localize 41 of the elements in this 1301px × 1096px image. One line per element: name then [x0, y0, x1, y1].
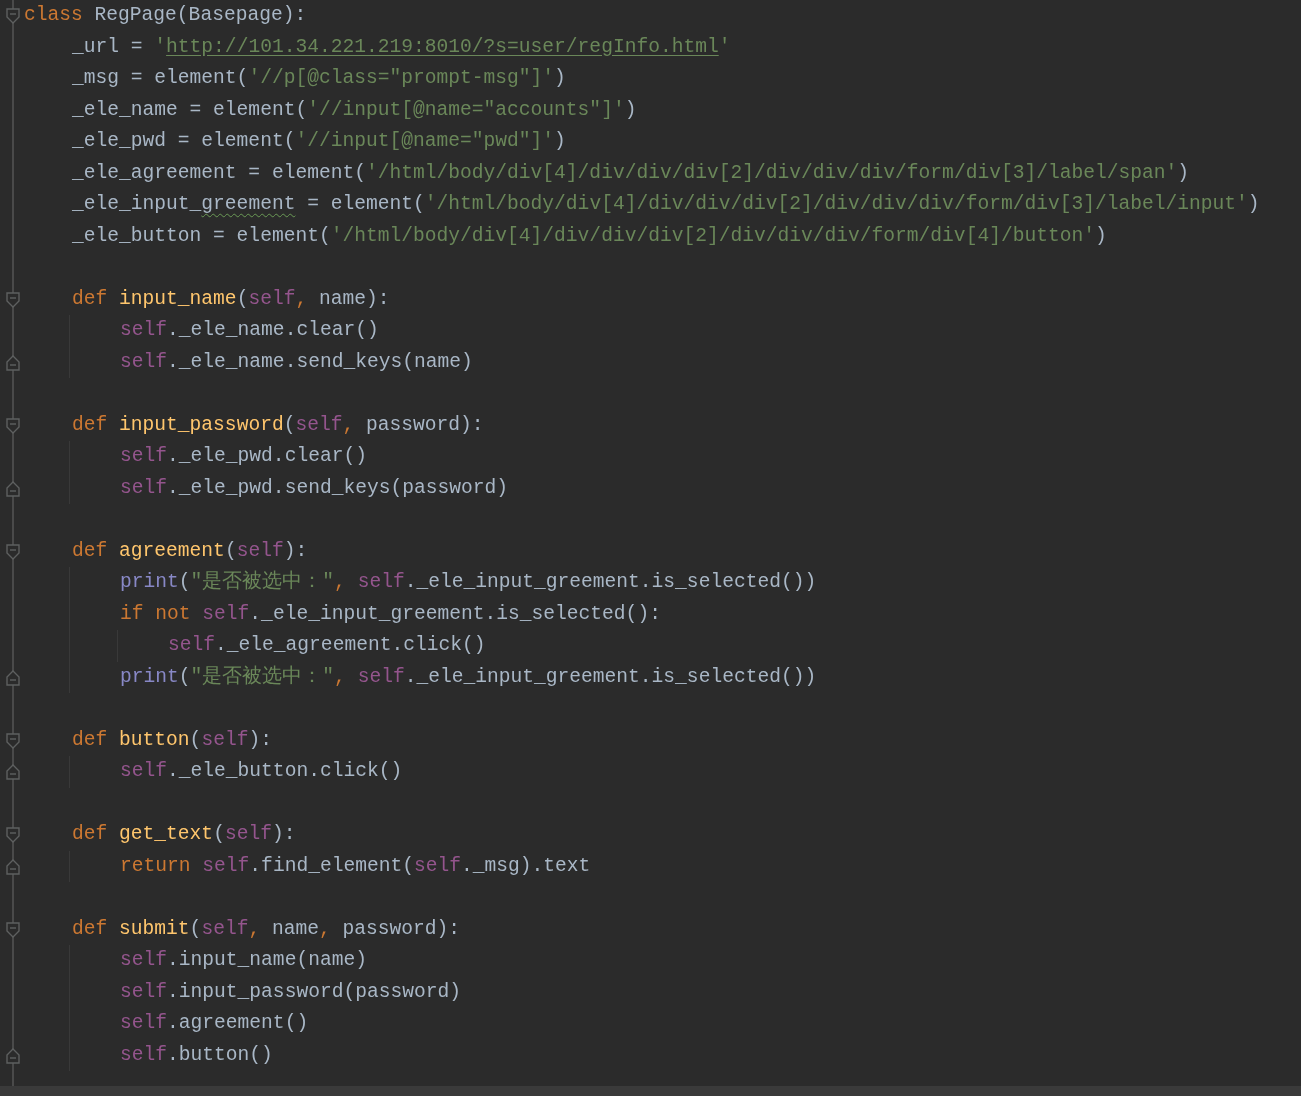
fold-icon[interactable] [6, 1047, 20, 1064]
fold-icon[interactable] [6, 417, 20, 434]
code-line: return self.find_element(self._msg).text [120, 853, 591, 879]
fold-icon[interactable] [6, 732, 20, 749]
code-line: def input_name(self, name): [72, 286, 390, 312]
fold-icon[interactable] [6, 291, 20, 308]
code-line: def get_text(self): [72, 822, 296, 847]
code-line: _msg = element('//p[@class="prompt-msg"]') [72, 66, 566, 91]
code-line: def agreement(self): [72, 538, 308, 564]
fold-icon[interactable] [6, 669, 20, 686]
code-line: self._ele_button.click() [120, 759, 403, 784]
code-line: _ele_pwd = element('//input[@name="pwd"]') [72, 129, 566, 154]
fold-icon[interactable] [6, 921, 20, 938]
code-line: if not self._ele_input_greement.is_selected(): [120, 601, 661, 627]
code-line: _ele_button = element('/html/body/div[4]/div/div/div[2]/div/div/div/form/div[4]/button') [72, 223, 1107, 249]
code-line: def input_password(self, password): [72, 412, 484, 438]
code-line: self._ele_agreement.click() [168, 633, 486, 658]
fold-icon[interactable] [6, 827, 20, 843]
code-line: _ele_input_greement = element('/html/body/div[4]/div/div/div[2]/div/div/div/form/div[3]/label/input') [72, 192, 1260, 217]
code-line: def submit(self, name, password): [72, 916, 461, 942]
code-line: self.input_name(name) [120, 948, 367, 973]
code-line: self.input_password(password) [120, 979, 461, 1005]
code-line: self._ele_name.clear() [120, 318, 379, 343]
code-line: print("是否被选中：", self._ele_input_greement.is_selected()) [120, 569, 817, 595]
code-line: self._ele_name.send_keys(name) [120, 349, 473, 375]
code-line: _ele_name = element('//input[@name="accounts"]') [72, 97, 637, 123]
fold-icon[interactable] [6, 480, 20, 497]
fold-icon[interactable] [6, 764, 20, 780]
code-line: def button(self): [72, 727, 272, 753]
code-line: _ele_agreement = element('/html/body/div[4]/div/div/div[2]/div/div/div/form/div[3]/label/span') [72, 160, 1190, 186]
code-line: self._ele_pwd.clear() [120, 444, 367, 469]
code-line: class RegPage(Basepage): [24, 3, 307, 28]
code-line: self.agreement() [120, 1011, 309, 1036]
code-line: _url = 'http://101.34.221.219:8010/?s=user/regInfo.html' [72, 34, 731, 60]
fold-icon[interactable] [6, 543, 20, 560]
fold-icon[interactable] [6, 8, 20, 24]
code-line: print("是否被选中：", self._ele_input_greement.is_selected()) [120, 664, 817, 690]
fold-icon[interactable] [6, 858, 20, 875]
code-line: self._ele_pwd.send_keys(password) [120, 475, 509, 501]
fold-icon[interactable] [6, 354, 20, 371]
code-line: self.button() [120, 1042, 273, 1068]
